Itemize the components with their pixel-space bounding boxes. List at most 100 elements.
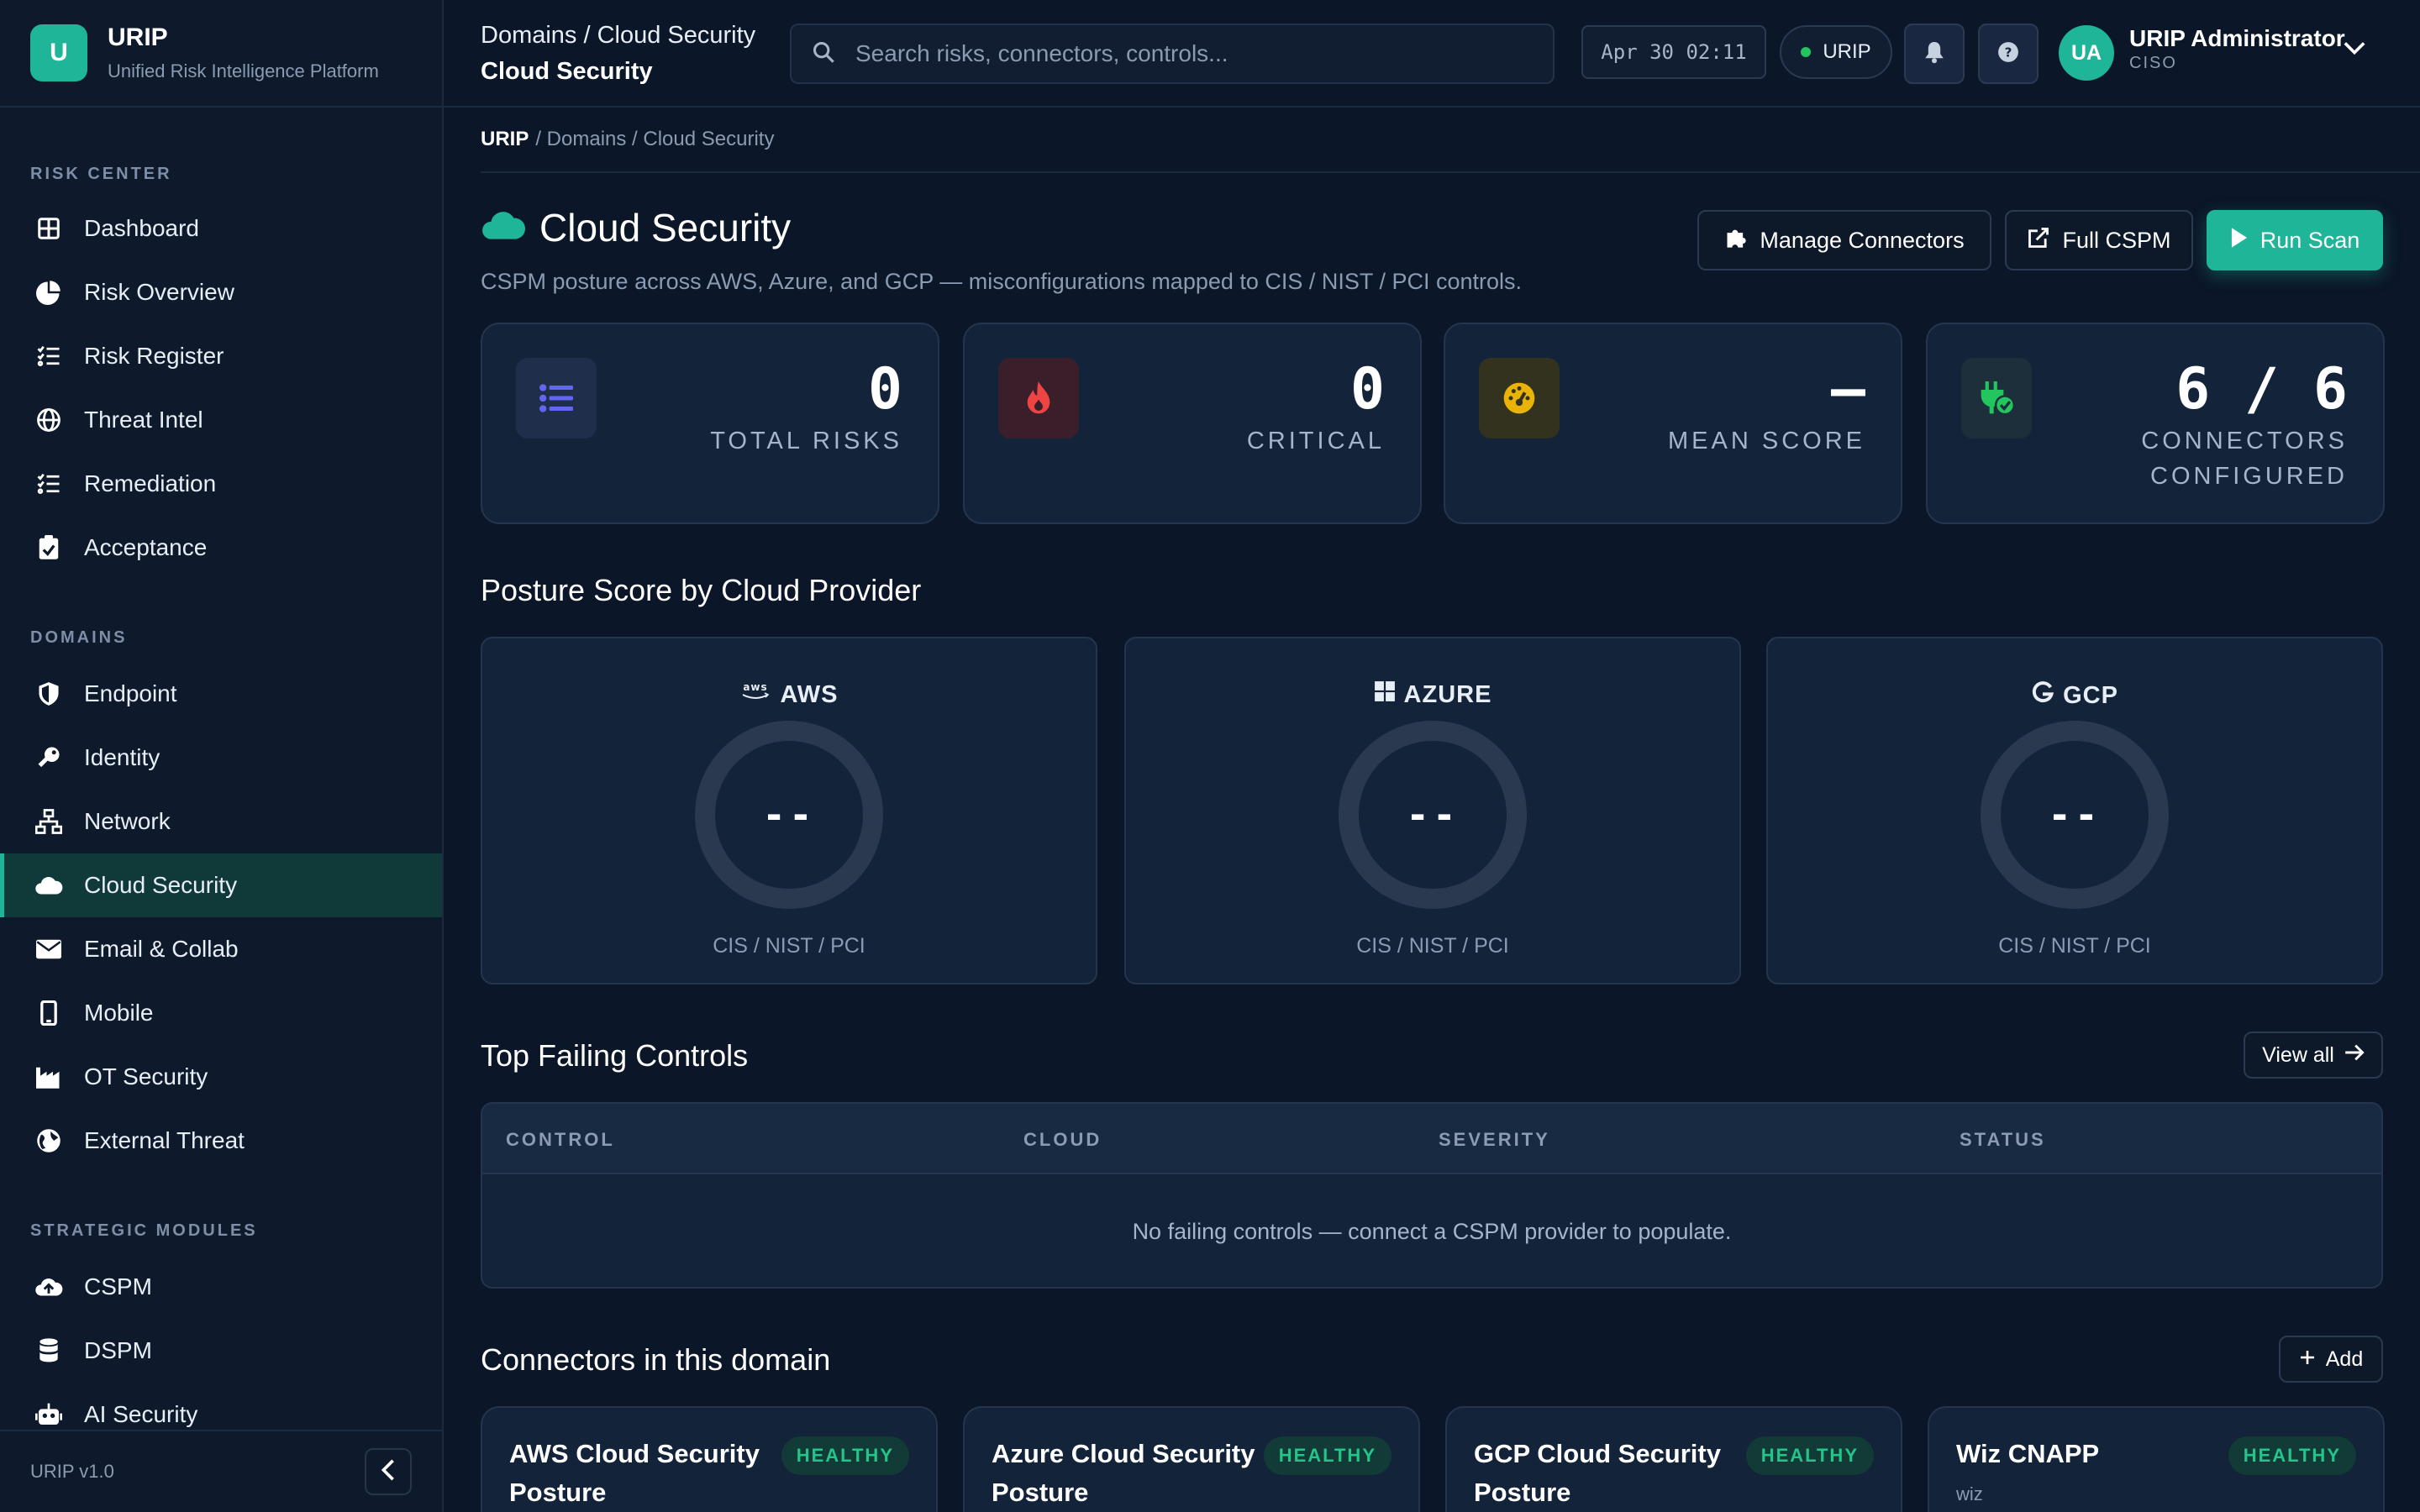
connector-card[interactable]: Wiz CNAPP HEALTHY wiz	[1928, 1406, 2385, 1512]
robot-icon	[34, 1399, 64, 1430]
add-connector-button[interactable]: Add	[2279, 1336, 2383, 1383]
search-input[interactable]	[855, 40, 1528, 67]
sidebar-item-label: Email & Collab	[84, 936, 239, 962]
svg-text:aws: aws	[744, 681, 768, 693]
run-scan-label: Run Scan	[2260, 227, 2360, 253]
sidebar-item-remediation[interactable]: Remediation	[0, 452, 442, 516]
connector-card[interactable]: Azure Cloud Security Posture HEALTHY	[963, 1406, 1420, 1512]
view-all-label: View all	[2262, 1042, 2334, 1067]
sidebar-item-cloud-security[interactable]: Cloud Security	[0, 853, 442, 917]
sidebar-item-cspm[interactable]: CSPM	[0, 1255, 442, 1319]
plug-check-icon	[1961, 358, 2032, 438]
sidebar-item-label: Risk Register	[84, 343, 224, 369]
provider-frameworks: CIS / NIST / PCI	[1998, 934, 2151, 958]
connector-name: AWS Cloud Security Posture	[509, 1439, 760, 1507]
gauge-icon	[1479, 358, 1560, 438]
sidebar: U URIP Unified Risk Intelligence Platfor…	[0, 0, 444, 1512]
cloud-icon	[34, 870, 64, 900]
controls-section-title: Top Failing Controls	[481, 1038, 749, 1073]
stat-card-total-risks: 0 TOTAL RISKS	[481, 323, 939, 524]
column-header[interactable]: SEVERITY	[1439, 1129, 1550, 1151]
sidebar-item-acceptance[interactable]: Acceptance	[0, 516, 442, 580]
tenant-badge[interactable]: URIP	[1780, 25, 1892, 79]
help-icon: ?	[1997, 41, 2019, 67]
sidebar-item-threat-intel[interactable]: Threat Intel	[0, 388, 442, 452]
sidebar-item-risk-register[interactable]: Risk Register	[0, 324, 442, 388]
windows-icon	[1374, 680, 1404, 709]
view-all-button[interactable]: View all	[2244, 1032, 2383, 1079]
stat-card-connectors: 6 / 6 CONNECTORS CONFIGURED	[1926, 323, 2385, 524]
brand-name: URIP	[108, 24, 168, 51]
shield-icon	[34, 679, 64, 709]
connector-name: Wiz CNAPP	[1956, 1439, 2100, 1468]
avatar[interactable]: UA	[2059, 25, 2114, 81]
sidebar-item-mobile[interactable]: Mobile	[0, 981, 442, 1045]
stat-card-critical: 0 CRITICAL	[963, 323, 1422, 524]
sidebar-item-label: Risk Overview	[84, 279, 234, 305]
sidebar-item-label: Mobile	[84, 1000, 154, 1026]
grid-icon	[34, 213, 64, 244]
notifications-button[interactable]	[1904, 24, 1965, 84]
page-subtitle: CSPM posture across AWS, Azure, and GCP …	[481, 269, 1522, 294]
stat-label: TOTAL RISKS	[710, 428, 902, 454]
clock-display: Apr 30 02:11	[1581, 25, 1766, 79]
provider-card-aws[interactable]: aws AWS -- CIS / NIST / PCI	[481, 637, 1097, 984]
sidebar-item-network[interactable]: Network	[0, 790, 442, 853]
sidebar-item-dspm[interactable]: DSPM	[0, 1319, 442, 1383]
breadcrumb-path[interactable]: / Domains / Cloud Security	[535, 128, 774, 151]
sidebar-item-external-threat[interactable]: External Threat	[0, 1109, 442, 1173]
connector-card[interactable]: GCP Cloud Security Posture HEALTHY	[1445, 1406, 1902, 1512]
sidebar-item-risk-overview[interactable]: Risk Overview	[0, 260, 442, 324]
provider-card-azure[interactable]: AZURE -- CIS / NIST / PCI	[1124, 637, 1741, 984]
sidebar-item-dashboard[interactable]: Dashboard	[0, 197, 442, 260]
breadcrumb-root[interactable]: URIP	[481, 128, 529, 151]
sidebar-item-label: Identity	[84, 744, 160, 770]
status-badge: HEALTHY	[781, 1436, 909, 1475]
full-cspm-label: Full CSPM	[2062, 227, 2171, 253]
help-button[interactable]: ?	[1978, 24, 2039, 84]
sidebar-item-email-collab[interactable]: Email & Collab	[0, 917, 442, 981]
sidebar-item-ot-security[interactable]: OT Security	[0, 1045, 442, 1109]
table-header: CONTROL CLOUD SEVERITY STATUS	[482, 1104, 2381, 1174]
manage-connectors-button[interactable]: Manage Connectors	[1697, 210, 1991, 270]
user-name: URIP Administrator	[2129, 25, 2345, 51]
column-header[interactable]: STATUS	[1960, 1129, 2046, 1151]
score-ring: --	[695, 721, 883, 909]
external-link-icon	[2027, 226, 2062, 255]
nav-section-domains: DOMAINS	[30, 628, 128, 647]
provider-score: --	[762, 792, 816, 837]
full-cspm-button[interactable]: Full CSPM	[2005, 210, 2193, 270]
sidebar-item-label: DSPM	[84, 1337, 152, 1363]
column-header[interactable]: CLOUD	[1023, 1129, 1102, 1151]
page-title: Cloud Security	[539, 206, 792, 249]
column-header[interactable]: CONTROL	[506, 1129, 615, 1151]
stat-label: CONNECTORS CONFIGURED	[2141, 423, 2348, 494]
key-icon	[34, 743, 64, 773]
arrow-right-icon	[2344, 1043, 2365, 1068]
stat-label-line: CONFIGURED	[2150, 463, 2348, 490]
stat-value: –	[1831, 356, 1865, 423]
provider-score: --	[2048, 792, 2102, 837]
brand[interactable]: U URIP Unified Risk Intelligence Platfor…	[0, 0, 442, 108]
sidebar-item-label: Remediation	[84, 470, 217, 496]
add-label: Add	[2325, 1347, 2364, 1371]
clipboard-check-icon	[34, 533, 64, 563]
stat-label: CRITICAL	[1246, 428, 1385, 454]
connector-card[interactable]: AWS Cloud Security Posture HEALTHY	[481, 1406, 938, 1512]
sidebar-item-identity[interactable]: Identity	[0, 726, 442, 790]
sidebar-item-label: Dashboard	[84, 215, 199, 241]
provider-card-gcp[interactable]: GCP -- CIS / NIST / PCI	[1766, 637, 2383, 984]
user-menu[interactable]: URIP Administrator CISO	[2129, 25, 2345, 73]
brand-tagline: Unified Risk Intelligence Platform	[108, 60, 379, 81]
sidebar-item-label: CSPM	[84, 1273, 152, 1299]
run-scan-button[interactable]: Run Scan	[2207, 210, 2383, 270]
sidebar-item-endpoint[interactable]: Endpoint	[0, 662, 442, 726]
network-icon	[34, 806, 64, 837]
search-box[interactable]	[790, 24, 1555, 84]
sidebar-item-label: Network	[84, 808, 171, 834]
tenant-label: URIP	[1823, 40, 1871, 63]
topbar: Domains / Cloud Security Cloud Security …	[444, 0, 2420, 108]
list-check-icon	[34, 341, 64, 371]
collapse-sidebar-button[interactable]	[365, 1448, 412, 1495]
chevron-down-icon[interactable]	[2343, 40, 2366, 60]
